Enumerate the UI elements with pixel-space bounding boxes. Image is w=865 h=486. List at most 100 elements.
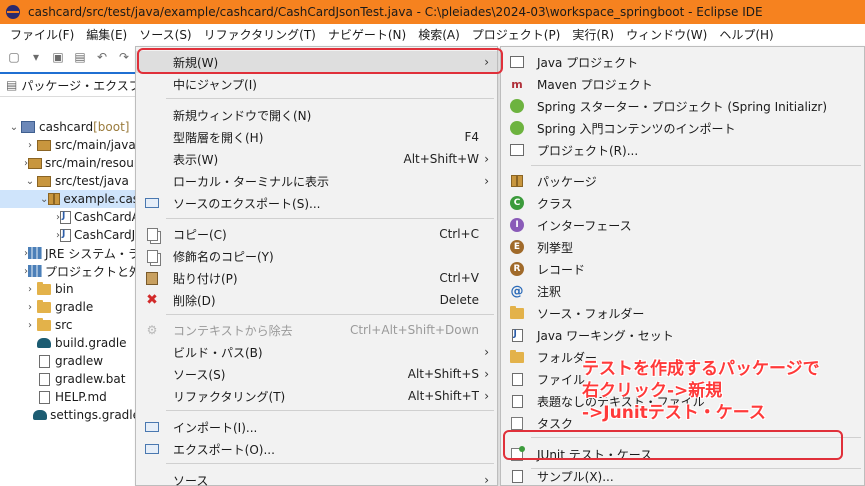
maven-icon: m (511, 77, 523, 91)
chevron-down-icon[interactable]: ⌄ (24, 176, 36, 187)
tree-item-label: build.gradle (55, 336, 127, 350)
submenu-item-example[interactable]: サンプル(X)... (501, 465, 864, 486)
redo-icon[interactable]: ↷ (116, 49, 132, 65)
menu-run[interactable]: 実行(R) (566, 26, 620, 43)
menu-search[interactable]: 検索(A) (412, 26, 466, 43)
menu-item-import[interactable]: インポート(I)... (136, 416, 497, 438)
menu-item-export[interactable]: エクスポート(O)... (136, 438, 497, 460)
submenu-item-class[interactable]: C クラス (501, 192, 864, 214)
tree-item-label: gradle (55, 300, 94, 314)
tree-item[interactable]: › src/main/java (0, 136, 140, 154)
menu-item-show-in-terminal[interactable]: ローカル・ターミナルに表示 › (136, 170, 497, 192)
package-explorer-tree: ⌄ cashcard [boot] › src/main/java › src/main/… (0, 118, 258, 424)
menu-item-export-source[interactable]: ソースのエクスポート(S)... (136, 192, 497, 214)
menu-item-refactor[interactable]: リファクタリング(T) Alt+Shift+T › (136, 385, 497, 407)
menu-separator (166, 98, 494, 99)
tree-item-label: gradlew (55, 354, 104, 368)
menu-item-open-new-window[interactable]: 新規ウィンドウで開く(N) (136, 104, 497, 126)
submenu-item-record[interactable]: R レコード (501, 258, 864, 280)
menu-item-source[interactable]: ソース(S) Alt+Shift+S › (136, 363, 497, 385)
submenu-item-spring-starter[interactable]: Spring スターター・プロジェクト (Spring Initializr) (501, 95, 864, 117)
submenu-item-java-project[interactable]: Java プロジェクト (501, 51, 864, 73)
folder-icon (36, 317, 52, 332)
tree-item[interactable]: settings.gradle (0, 406, 140, 424)
tree-item[interactable]: HELP.md (0, 388, 140, 406)
folder-icon (509, 349, 525, 365)
chevron-right-icon[interactable]: › (24, 320, 36, 331)
submenu-item-maven-project[interactable]: m Maven プロジェクト (501, 73, 864, 95)
submenu-arrow-icon: › (484, 473, 489, 486)
undo-icon[interactable]: ↶ (94, 49, 110, 65)
menu-window[interactable]: ウィンドウ(W) (620, 26, 713, 43)
menu-separator (166, 410, 494, 411)
submenu-item-source-folder[interactable]: ソース・フォルダー (501, 302, 864, 324)
menu-item-remove-from-context[interactable]: ⚙ コンテキストから除去 Ctrl+Alt+Shift+Down (136, 319, 497, 341)
menu-help[interactable]: ヘルプ(H) (713, 26, 779, 43)
menu-navigate[interactable]: ナビゲート(N) (322, 26, 412, 43)
tree-item[interactable]: ›CashCardApplicationTests.java (0, 208, 258, 226)
submenu-arrow-icon: › (484, 345, 489, 359)
menu-item-build-path[interactable]: ビルド・パス(B) › (136, 341, 497, 363)
menu-item-go-into[interactable]: 中にジャンプ(I) (136, 73, 497, 95)
submenu-item-spring-guides[interactable]: Spring 入門コンテンツのインポート (501, 117, 864, 139)
tree-item[interactable]: ›CashCardJsonTest.java (0, 226, 209, 244)
project-icon (509, 142, 525, 158)
submenu-item-package[interactable]: パッケージ (501, 170, 864, 192)
menu-edit[interactable]: 編集(E) (80, 26, 133, 43)
menu-item-copy-qualified-name[interactable]: 修飾名のコピー(Y) (136, 245, 497, 267)
text-file-icon (509, 393, 525, 409)
menu-item-delete[interactable]: ✖ 削除(D) Delete (136, 289, 497, 311)
save-all-icon[interactable]: ▤ (72, 49, 88, 65)
chevron-down-icon[interactable]: ⌄ (8, 122, 20, 133)
tree-item[interactable]: › プロジェクトと外部の依存関係 (0, 262, 213, 280)
menu-item-source-bottom[interactable]: ソース › (136, 469, 497, 486)
copy-qualified-icon (144, 248, 160, 264)
submenu-item-interface[interactable]: I インターフェース (501, 214, 864, 236)
tree-item[interactable]: › gradle (0, 298, 140, 316)
tree-item[interactable]: › src/main/resources (0, 154, 159, 172)
tree-item[interactable]: gradlew.bat (0, 370, 140, 388)
menu-item-open-type-hierarchy[interactable]: 型階層を開く(H) F4 (136, 126, 497, 148)
menu-project[interactable]: プロジェクト(P) (466, 26, 567, 43)
submenu-item-project[interactable]: プロジェクト(R)... (501, 139, 864, 161)
menu-item-show-in[interactable]: 表示(W) Alt+Shift+W › (136, 148, 497, 170)
tree-item[interactable]: › src (0, 316, 140, 334)
tree-item[interactable]: › JRE システム・ライブラリー (0, 244, 200, 262)
tree-item[interactable]: ⌄ src/test/java (0, 172, 140, 190)
file-icon (36, 372, 52, 386)
task-icon (509, 415, 525, 431)
package-icon (509, 173, 525, 189)
tree-item-label: src/test/java (55, 174, 129, 188)
menu-source[interactable]: ソース(S) (133, 26, 197, 43)
menu-file[interactable]: ファイル(F) (4, 26, 80, 43)
submenu-item-annotation[interactable]: @ 注釈 (501, 280, 864, 302)
dropdown-arrow-icon[interactable]: ▾ (28, 49, 44, 65)
chevron-right-icon[interactable]: › (24, 302, 36, 313)
tree-item-label: src/main/java (55, 138, 136, 152)
tree-item[interactable]: ⌄ cashcard [boot] (0, 118, 140, 136)
context-menu: 新規(W) › 中にジャンプ(I) 新規ウィンドウで開く(N) 型階層を開く(H… (135, 46, 498, 486)
gradle-file-icon (33, 408, 48, 422)
submenu-item-java-working-set[interactable]: Java ワーキング・セット (501, 324, 864, 346)
markdown-file-icon (36, 390, 52, 404)
tree-item[interactable]: ⌄ example.cashcard (0, 190, 173, 208)
save-icon[interactable]: ▣ (50, 49, 66, 65)
file-icon (509, 371, 525, 387)
new-icon[interactable]: ▢ (6, 49, 22, 65)
tree-item[interactable]: gradlew (0, 352, 140, 370)
chevron-right-icon[interactable]: › (24, 140, 36, 151)
package-explorer-tab[interactable]: ▤ パッケージ・エクスプローラー (0, 72, 140, 96)
menu-item-copy[interactable]: コピー(C) Ctrl+C (136, 223, 497, 245)
tree-item[interactable]: › bin (0, 280, 140, 298)
tree-item[interactable]: build.gradle (0, 334, 140, 352)
chevron-right-icon[interactable]: › (24, 284, 36, 295)
menu-refactor[interactable]: リファクタリング(T) (198, 26, 322, 43)
tree-item-label: cashcard (39, 120, 94, 134)
tree-item-label: settings.gradle (50, 408, 140, 422)
chevron-down-icon[interactable]: ⌄ (40, 194, 48, 205)
menu-item-paste[interactable]: 貼り付け(P) Ctrl+V (136, 267, 497, 289)
tree-item-suffix: [boot] (93, 120, 130, 134)
source-folder-icon (28, 156, 42, 170)
tree-item-label: HELP.md (55, 390, 107, 404)
submenu-item-enum[interactable]: E 列挙型 (501, 236, 864, 258)
